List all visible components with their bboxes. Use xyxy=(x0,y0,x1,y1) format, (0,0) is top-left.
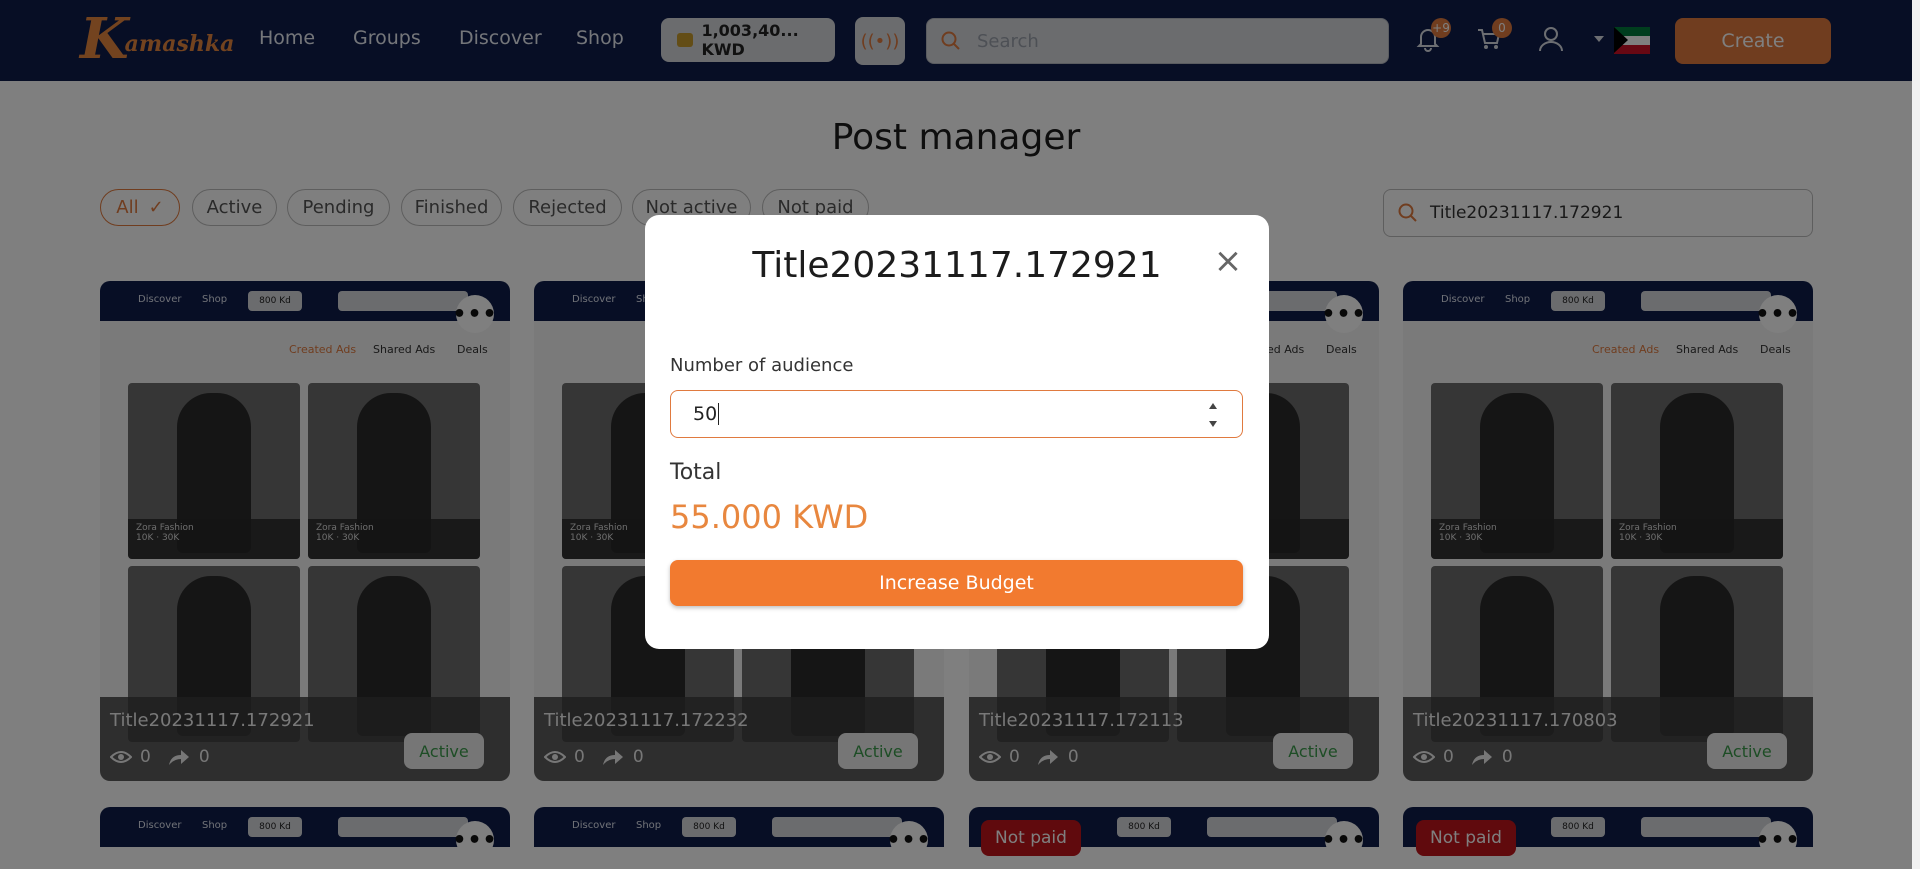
text-cursor xyxy=(718,403,720,425)
stepper-down-icon[interactable] xyxy=(1209,421,1217,427)
close-icon[interactable]: × xyxy=(1213,244,1243,278)
audience-label: Number of audience xyxy=(670,355,854,376)
number-stepper[interactable] xyxy=(1206,403,1220,427)
total-label: Total xyxy=(670,460,722,485)
modal-title: Title20231117.172921 xyxy=(752,245,1162,286)
total-value: 55.000 KWD xyxy=(670,498,869,536)
stepper-up-icon[interactable] xyxy=(1209,403,1217,409)
audience-number-input[interactable]: 50 xyxy=(670,390,1243,438)
increase-budget-modal: Title20231117.172921 × Number of audienc… xyxy=(645,215,1269,649)
page-scrollbar[interactable] xyxy=(1912,0,1920,869)
increase-budget-button[interactable]: Increase Budget xyxy=(670,560,1243,606)
audience-value: 50 xyxy=(693,403,718,425)
